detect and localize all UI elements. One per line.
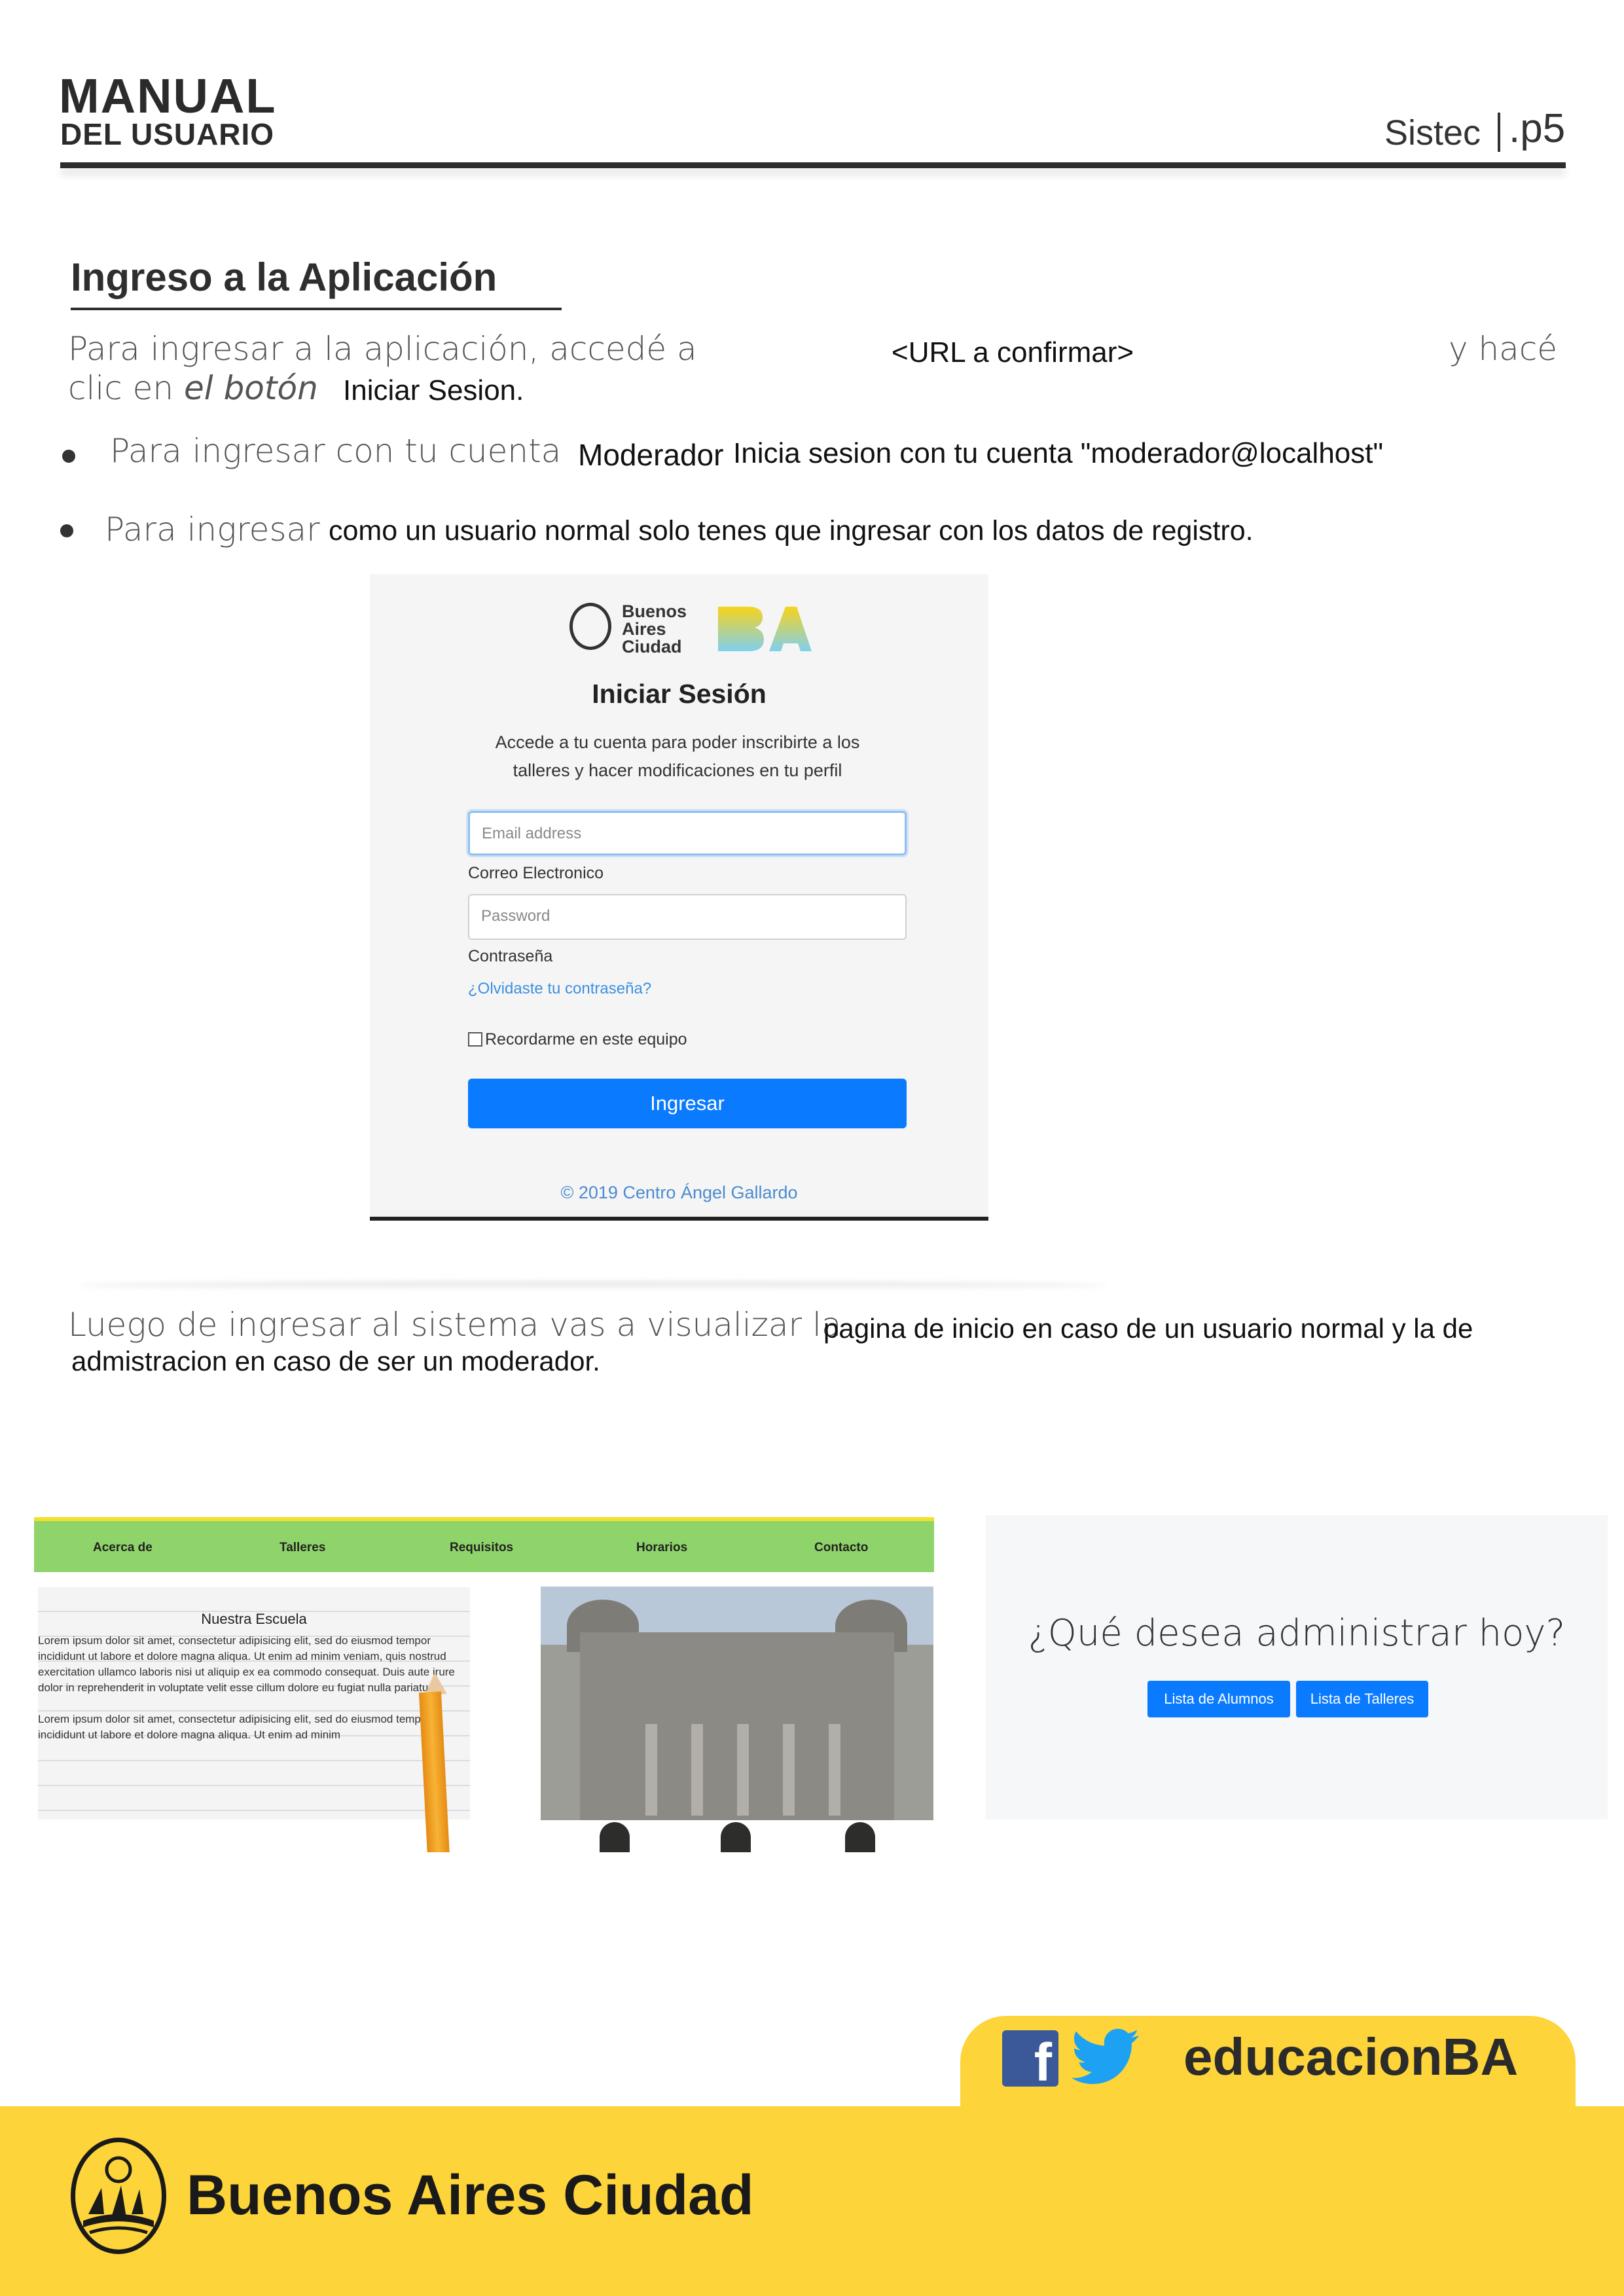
bullet-dot	[60, 524, 73, 537]
password-field[interactable]: Password	[468, 894, 907, 940]
intro-text-end: y hacé	[1449, 330, 1558, 368]
remember-checkbox[interactable]	[468, 1032, 482, 1047]
students-list-button[interactable]: Lista de Alumnos	[1147, 1681, 1290, 1717]
nav-horarios[interactable]: Horarios	[636, 1541, 687, 1555]
city-seal-icon	[569, 603, 611, 650]
nav-talleres[interactable]: Talleres	[280, 1541, 325, 1555]
manual-title: MANUAL	[59, 69, 277, 123]
ba-logo-icon	[718, 607, 812, 651]
admin-screenshot: ¿Qué desea administrar hoy? Lista de Alu…	[986, 1515, 1608, 1820]
nav-requisitos[interactable]: Requisitos	[450, 1541, 513, 1555]
nav-contacto[interactable]: Contacto	[814, 1541, 868, 1555]
footer-brand: Buenos Aires Ciudad	[187, 2164, 754, 2227]
city-seal-icon	[71, 2138, 166, 2254]
twitter-icon[interactable]	[1072, 2028, 1140, 2087]
facebook-icon[interactable]: f	[1002, 2030, 1058, 2087]
page-number: .p5	[1509, 106, 1566, 151]
nav-acerca[interactable]: Acerca de	[93, 1541, 153, 1555]
login-subtitle: Accede a tu cuenta para poder inscribirt…	[495, 732, 860, 780]
bullet2-text: Para ingresar	[105, 511, 320, 548]
school-panel-title: Nuestra Escuela	[201, 1611, 307, 1627]
header-rule	[60, 162, 1566, 168]
home-navbar: Acerca de Talleres Requisitos Horarios C…	[34, 1517, 934, 1572]
admin-title: ¿Qué desea administrar hoy?	[1028, 1612, 1566, 1655]
login-title: Iniciar Sesión	[592, 679, 767, 709]
intro-line2: clic en el botón	[68, 372, 318, 404]
school-panel-text: Lorem ipsum dolor sit amet, consectetur …	[38, 1634, 455, 1741]
email-label: Correo Electronico	[468, 864, 604, 882]
after-login-detail-2: admistracion en caso de ser un moderador…	[71, 1346, 600, 1376]
intro-button-word: el botón	[184, 369, 318, 407]
bullet2-detail: como un usuario normal solo tenes que in…	[329, 515, 1254, 547]
intro-url: <URL a confirmar>	[892, 336, 1134, 368]
divider-shadow	[79, 1282, 1106, 1289]
forgot-password-link[interactable]: ¿Olvidaste tu contraseña?	[468, 980, 651, 998]
school-panel: Nuestra Escuela Lorem ipsum dolor sit am…	[38, 1587, 470, 1852]
intro-text: Para ingresar a la aplicación, accedé a	[68, 330, 697, 368]
intro-click-text: clic en	[68, 369, 174, 407]
after-login-text: Luego de ingresar al sistema vas a visua…	[68, 1306, 842, 1344]
workshops-list-button[interactable]: Lista de Talleres	[1296, 1681, 1428, 1717]
after-login-detail: pagina de inicio en caso de un usuario n…	[823, 1313, 1473, 1344]
password-placeholder: Password	[481, 907, 550, 925]
login-copyright: © 2019 Centro Ángel Gallardo	[560, 1183, 798, 1202]
school-building-photo	[541, 1587, 933, 1852]
email-field[interactable]: Email address	[468, 811, 907, 855]
section-title-underline	[71, 308, 562, 310]
remember-label: Recordarme en este equipo	[485, 1030, 687, 1049]
section-title: Ingreso a la Aplicación	[71, 255, 497, 299]
bullet-dot	[62, 450, 75, 463]
social-handle: educacionBA	[1183, 2028, 1519, 2086]
login-submit-button[interactable]: Ingresar	[468, 1079, 907, 1128]
login-screenshot: Buenos Aires Ciudad Iniciar Sesión Acced…	[370, 574, 988, 1221]
password-label: Contraseña	[468, 947, 553, 965]
header-separator	[1498, 113, 1500, 152]
intro-button-name: Iniciar Sesion.	[343, 374, 524, 406]
app-name: Sistec	[1384, 113, 1481, 152]
login-logo-text: Buenos Aires Ciudad	[622, 601, 687, 656]
bullet1-detail: Inicia sesion con tu cuenta "moderador@l…	[733, 437, 1384, 469]
home-screenshot: Acerca de Talleres Requisitos Horarios C…	[34, 1512, 957, 1852]
manual-subtitle: DEL USUARIO	[60, 117, 275, 151]
bullet1-text: Para ingresar con tu cuenta	[110, 432, 562, 470]
bullet1-role: Moderador	[578, 438, 724, 472]
email-placeholder: Email address	[482, 825, 582, 842]
